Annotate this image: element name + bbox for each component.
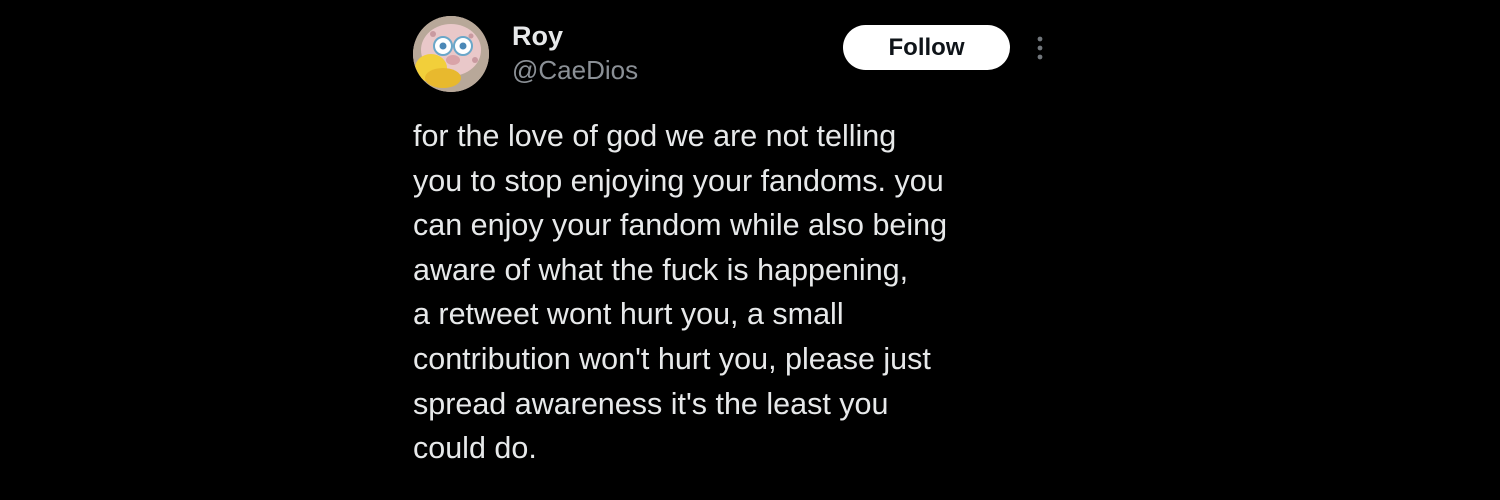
tweet-text-line: can enjoy your fandom while also being [413, 208, 948, 243]
tweet-text-line: aware of what the fuck is happening, [413, 252, 909, 287]
author-name[interactable]: Roy [512, 20, 563, 52]
tweet-text-line: contribution won't hurt you, please just [413, 341, 931, 376]
author-handle[interactable]: @CaeDios [512, 54, 638, 86]
avatar[interactable] [413, 16, 489, 92]
tweet-text-line: for the love of god we are not telling [413, 119, 897, 153]
tweet-text-line: a retweet wont hurt you, a small [413, 297, 844, 332]
spongebob-plush-avatar-icon [413, 16, 489, 92]
tweet-text-line: spread awareness it's the least you [413, 386, 889, 421]
tweet-text-line: you to stop enjoying your fandoms. you [413, 163, 944, 198]
follow-button[interactable]: Follow [843, 25, 1010, 70]
tweet-card: Roy @CaeDios Follow for the love of god … [412, 14, 1052, 484]
tweet-text: for the love of god we are not telling y… [413, 114, 1043, 471]
more-options-button[interactable] [1030, 34, 1050, 64]
more-vertical-icon [1037, 36, 1043, 60]
tweet-text-line: could do. [413, 431, 537, 466]
